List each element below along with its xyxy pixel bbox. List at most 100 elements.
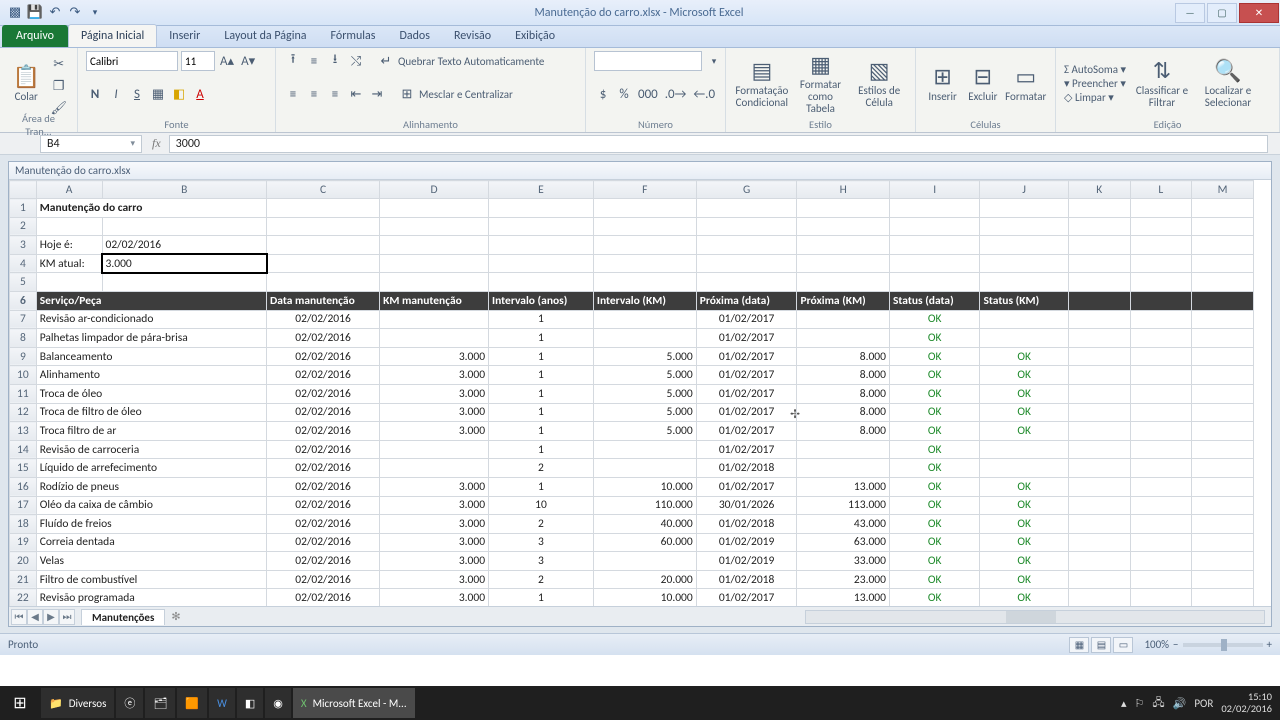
cell[interactable] (1130, 236, 1192, 255)
cell[interactable] (380, 217, 489, 236)
delete-cells-button[interactable]: ⊟Excluir (964, 50, 1001, 116)
decrease-font-icon[interactable]: A▾ (239, 51, 257, 71)
cell[interactable] (889, 217, 979, 236)
qat-dropdown-icon[interactable]: ▾ (86, 4, 104, 22)
cell[interactable]: 1 (489, 310, 594, 329)
col-header-L[interactable]: L (1130, 181, 1192, 199)
cell[interactable] (593, 440, 696, 459)
cell[interactable] (1192, 552, 1254, 571)
cell[interactable] (1192, 254, 1254, 273)
cell[interactable]: 113.000 (797, 496, 890, 515)
cell[interactable] (1130, 496, 1192, 515)
cell[interactable] (1192, 459, 1254, 478)
cell[interactable] (1192, 384, 1254, 403)
close-button[interactable]: ✕ (1239, 3, 1279, 23)
cell[interactable]: 43.000 (797, 515, 890, 534)
fx-icon[interactable]: fx (144, 136, 169, 151)
cell[interactable]: 3 (489, 533, 594, 552)
cell[interactable]: 3.000 (102, 254, 266, 273)
cell[interactable] (1192, 403, 1254, 422)
cell[interactable]: 2 (489, 570, 594, 589)
cell[interactable]: 01/02/2017 (696, 329, 797, 348)
cell[interactable] (696, 217, 797, 236)
percent-icon[interactable]: % (615, 84, 633, 104)
cell[interactable] (980, 440, 1068, 459)
cell[interactable] (489, 217, 594, 236)
ribbon-tab-página-inicial[interactable]: Página Inicial (68, 24, 157, 47)
cell[interactable]: Filtro de combustível (36, 570, 266, 589)
cell[interactable]: 01/02/2017 (696, 477, 797, 496)
cell[interactable] (1068, 515, 1130, 534)
cell[interactable]: 8.000 (797, 384, 890, 403)
tray-volume-icon[interactable]: 🔊 (1173, 697, 1187, 710)
cell[interactable] (1068, 217, 1130, 236)
italic-icon[interactable]: I (107, 84, 125, 104)
cell[interactable] (1068, 496, 1130, 515)
cell[interactable]: 02/02/2016 (267, 496, 380, 515)
spreadsheet-grid[interactable]: ABCDEFGHIJKLM1Manutenção do carro23Hoje … (9, 180, 1271, 606)
cell[interactable]: Próxima (data) (696, 291, 797, 310)
cell[interactable]: Líquido de arrefecimento (36, 459, 266, 478)
cell[interactable] (797, 329, 890, 348)
cell[interactable]: 1 (489, 329, 594, 348)
cell[interactable]: 3.000 (380, 515, 489, 534)
row-header[interactable]: 22 (10, 589, 37, 606)
cell[interactable] (380, 310, 489, 329)
cell[interactable] (1068, 422, 1130, 441)
cell[interactable] (380, 440, 489, 459)
number-format-select[interactable] (594, 51, 702, 71)
cell[interactable]: 02/02/2016 (267, 440, 380, 459)
cell[interactable] (1068, 570, 1130, 589)
cell[interactable]: 01/02/2017 (696, 403, 797, 422)
cell[interactable]: OK (889, 570, 979, 589)
cell[interactable] (980, 329, 1068, 348)
cell[interactable] (889, 273, 979, 292)
cell[interactable] (1192, 273, 1254, 292)
tab-nav-first-icon[interactable]: ⏮ (11, 609, 27, 625)
cell[interactable]: OK (980, 422, 1068, 441)
cell[interactable] (1068, 533, 1130, 552)
cell[interactable]: Troca filtro de ar (36, 422, 266, 441)
cell[interactable]: OK (889, 515, 979, 534)
tray-clock[interactable]: 15:1002/02/2016 (1221, 691, 1272, 714)
cell[interactable]: 10 (489, 496, 594, 515)
cell[interactable]: 02/02/2016 (267, 347, 380, 366)
cell[interactable]: OK (889, 366, 979, 385)
cell[interactable] (267, 217, 380, 236)
row-header[interactable]: 2 (10, 217, 37, 236)
cell[interactable]: 02/02/2016 (267, 477, 380, 496)
cell[interactable] (1130, 589, 1192, 606)
decrease-indent-icon[interactable]: ⇤ (347, 84, 365, 104)
cell[interactable]: Rodízio de pneus (36, 477, 266, 496)
cell[interactable]: 1 (489, 347, 594, 366)
cell[interactable]: 01/02/2017 (696, 422, 797, 441)
cell[interactable]: 02/02/2016 (267, 422, 380, 441)
cell[interactable]: KM atual: (36, 254, 102, 273)
clear-button[interactable]: ◇ Limpar ▾ (1064, 91, 1126, 104)
cell[interactable]: 40.000 (593, 515, 696, 534)
cell[interactable]: 8.000 (797, 422, 890, 441)
cell[interactable]: Status (KM) (980, 291, 1068, 310)
cut-icon[interactable]: ✂ (48, 54, 69, 74)
increase-font-icon[interactable]: A▴ (218, 51, 236, 71)
ribbon-tab-exibição[interactable]: Exibição (503, 25, 567, 47)
cell[interactable] (696, 236, 797, 255)
cell[interactable] (1192, 310, 1254, 329)
cell[interactable]: 3.000 (380, 347, 489, 366)
cell[interactable]: OK (980, 384, 1068, 403)
cell[interactable]: 10.000 (593, 589, 696, 606)
sheet-tab-active[interactable]: Manutenções (81, 609, 165, 625)
row-header[interactable]: 3 (10, 236, 37, 255)
cell[interactable]: 1 (489, 477, 594, 496)
row-header[interactable]: 20 (10, 552, 37, 571)
cell[interactable]: 63.000 (797, 533, 890, 552)
cell[interactable] (1068, 552, 1130, 571)
cell[interactable] (1192, 199, 1254, 218)
cell[interactable]: KM manutenção (380, 291, 489, 310)
cell[interactable]: 5.000 (593, 403, 696, 422)
row-header[interactable]: 16 (10, 477, 37, 496)
cell[interactable]: OK (980, 347, 1068, 366)
col-header-A[interactable]: A (36, 181, 102, 199)
cell[interactable]: 8.000 (797, 403, 890, 422)
insert-cells-button[interactable]: ⊞Inserir (924, 50, 961, 116)
